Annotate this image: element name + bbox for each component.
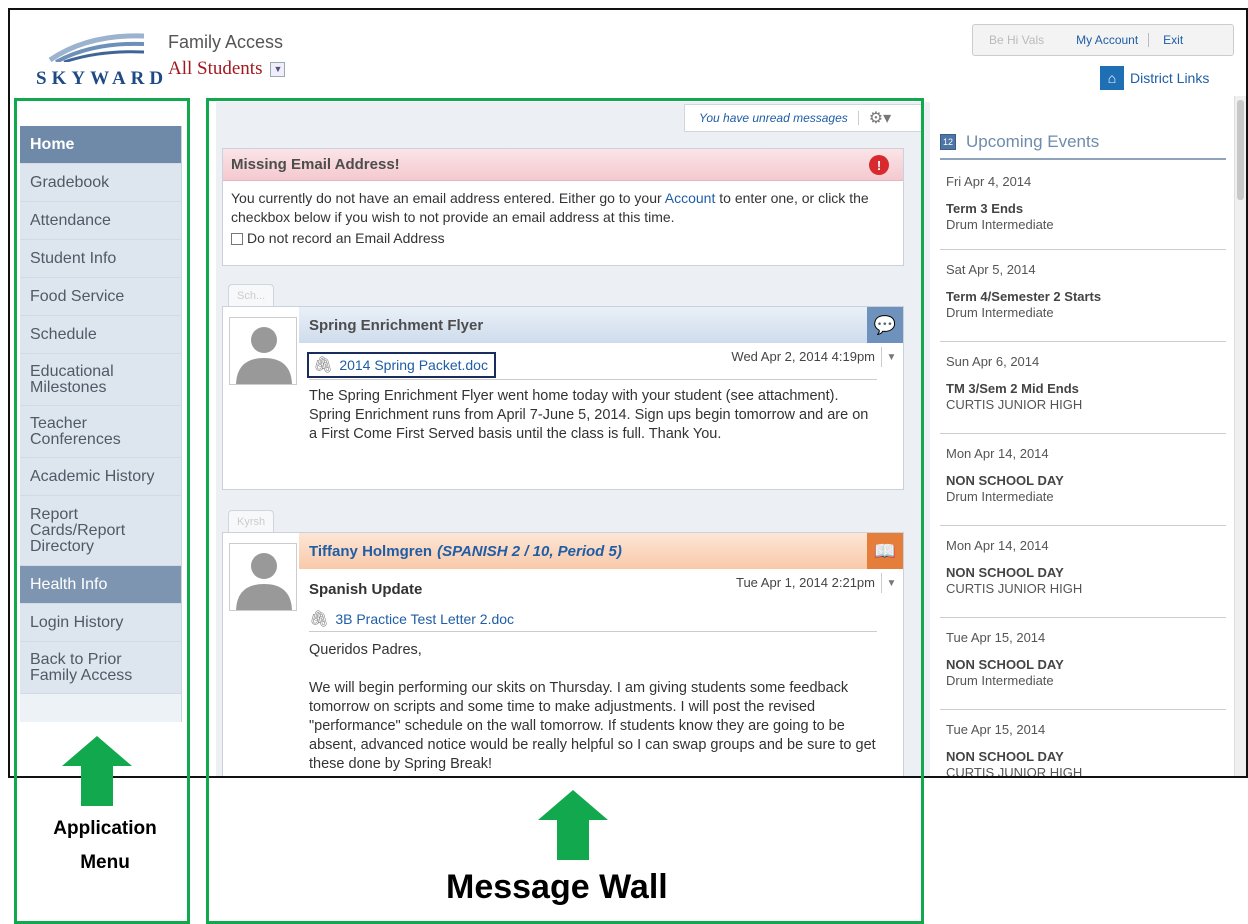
event-date: Sat Apr 5, 2014 [946, 262, 1036, 277]
scrollbar-thumb[interactable] [1237, 100, 1244, 200]
event-title: Term 4/Semester 2 Starts [946, 289, 1102, 304]
event-item[interactable]: Mon Apr 14, 2014 NON SCHOOL DAY CURTIS J… [940, 526, 1226, 618]
event-item[interactable]: Sat Apr 5, 2014 Term 4/Semester 2 Starts… [940, 250, 1226, 342]
event-school: CURTIS JUNIOR HIGH [946, 397, 1083, 412]
event-title: NON SCHOOL DAY [946, 657, 1064, 672]
exit-link[interactable]: Exit [1149, 33, 1197, 47]
annotation-application-menu: Application Menu [40, 812, 170, 880]
event-school: Drum Intermediate [946, 489, 1054, 504]
event-school: Drum Intermediate [946, 217, 1054, 232]
district-links[interactable]: ⌂ District Links [1100, 66, 1209, 90]
upcoming-events-panel: 12 Upcoming Events Fri Apr 4, 2014 Term … [932, 126, 1234, 778]
district-links-label: District Links [1130, 70, 1210, 86]
upcoming-events-title: Upcoming Events [966, 132, 1100, 151]
logo-swoosh-icon [48, 33, 145, 62]
annotation-message-wall: Message Wall [446, 868, 668, 906]
event-title: Term 3 Ends [946, 201, 1024, 216]
calendar-icon: 12 [940, 134, 956, 150]
event-item[interactable]: Fri Apr 4, 2014 Term 3 Ends Drum Interme… [940, 162, 1226, 250]
vertical-scrollbar[interactable] [1234, 96, 1246, 776]
event-school: Drum Intermediate [946, 305, 1054, 320]
event-school: CURTIS JUNIOR HIGH [946, 581, 1083, 596]
arrow-up-icon [62, 736, 132, 806]
top-account-bar: Be Hi Vals My Account Exit [972, 24, 1234, 56]
event-item[interactable]: Mon Apr 14, 2014 NON SCHOOL DAY Drum Int… [940, 434, 1226, 526]
event-title: NON SCHOOL DAY [946, 565, 1064, 580]
event-title: NON SCHOOL DAY [946, 473, 1064, 488]
annotation-menu-line-2: Menu [80, 852, 130, 873]
app-title: Family Access [168, 32, 284, 52]
event-date: Sun Apr 6, 2014 [946, 354, 1040, 369]
event-item[interactable]: Tue Apr 15, 2014 NON SCHOOL DAY CURTIS J… [940, 710, 1226, 778]
upcoming-events-header: 12 Upcoming Events [940, 126, 1226, 160]
arrow-up-icon [538, 790, 608, 860]
event-title: NON SCHOOL DAY [946, 749, 1064, 764]
event-date: Fri Apr 4, 2014 [946, 174, 1032, 189]
chevron-down-icon[interactable]: ▼ [270, 61, 286, 77]
my-account-link[interactable]: My Account [1062, 33, 1150, 47]
event-date: Mon Apr 14, 2014 [946, 538, 1049, 553]
blurred-label: Be Hi Vals [989, 33, 1045, 47]
event-item[interactable]: Sun Apr 6, 2014 TM 3/Sem 2 Mid Ends CURT… [940, 342, 1226, 434]
logo-text: SKYWARD [36, 68, 169, 89]
event-school: CURTIS JUNIOR HIGH [946, 765, 1083, 778]
annotation-menu-line-1: Application [53, 818, 157, 839]
student-selector[interactable]: All Students ▼ [168, 58, 286, 80]
event-date: Tue Apr 15, 2014 [946, 630, 1046, 645]
skyward-logo[interactable]: SKYWARD [26, 30, 163, 90]
event-school: Drum Intermediate [946, 673, 1054, 688]
event-date: Tue Apr 15, 2014 [946, 722, 1046, 737]
event-date: Mon Apr 14, 2014 [946, 446, 1049, 461]
school-building-icon: ⌂ [1100, 66, 1124, 90]
event-item[interactable]: Tue Apr 15, 2014 NON SCHOOL DAY Drum Int… [940, 618, 1226, 710]
event-title: TM 3/Sem 2 Mid Ends [946, 381, 1079, 396]
student-selector-label: All Students [168, 58, 263, 79]
